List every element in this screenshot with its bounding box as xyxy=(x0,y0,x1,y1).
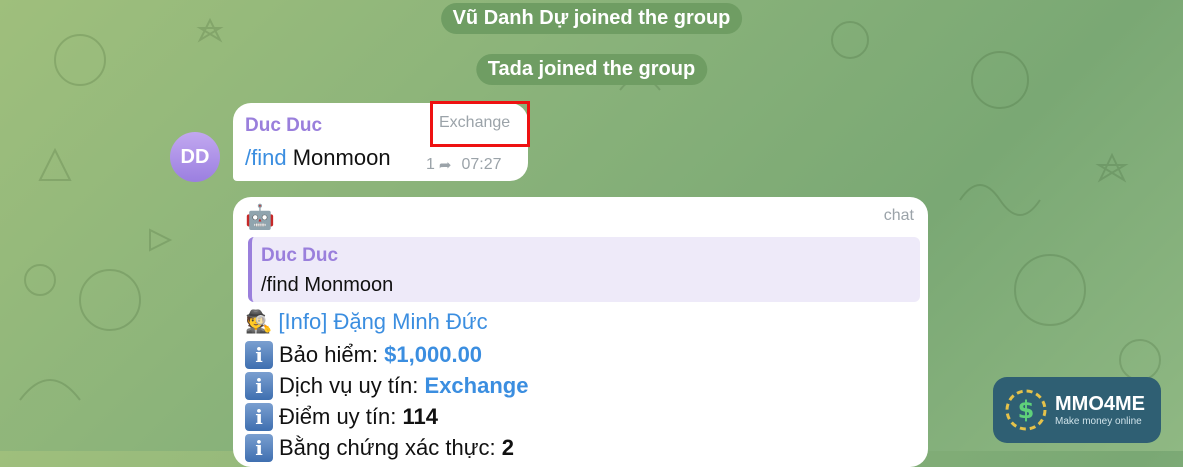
reply-quote[interactable]: Duc Duc /find Monmoon xyxy=(248,237,920,302)
logo-tagline: Make money online xyxy=(1055,416,1142,427)
service-line: i Dịch vụ uy tín: Exchange xyxy=(245,372,528,400)
command-argument: Monmoon xyxy=(292,145,391,170)
highlight-box xyxy=(430,101,530,147)
score-line: i Điểm uy tín: 114 xyxy=(245,403,438,431)
info-line: 🕵️ [Info] Đặng Minh Đức xyxy=(245,309,488,335)
info-icon: i xyxy=(245,372,273,400)
line-label: Dịch vụ uy tín: xyxy=(279,373,425,398)
message-time: 07:27 xyxy=(461,156,502,173)
info-icon: i xyxy=(245,434,273,462)
logo-name: MMO4ME xyxy=(1055,393,1145,415)
line-label: Bằng chứng xác thực: xyxy=(279,435,502,460)
info-icon: i xyxy=(245,403,273,431)
info-link[interactable]: [Info] Đặng Minh Đức xyxy=(278,309,487,335)
service-message-joined-2: Tada joined the group xyxy=(475,54,708,85)
dollar-coin-icon: $ xyxy=(1005,389,1047,431)
line-label: Điểm uy tín: xyxy=(279,404,403,429)
message-meta: 1 ➦ 07:27 xyxy=(426,156,502,174)
insurance-value[interactable]: $1,000.00 xyxy=(384,342,482,367)
reply-arrow-icon[interactable]: ➦ xyxy=(439,156,452,174)
message-text: /find Monmoon xyxy=(245,145,391,171)
quote-text: /find Monmoon xyxy=(261,274,394,296)
info-label[interactable]: [Info] xyxy=(278,309,327,334)
service-message-joined-1: Vũ Danh Dự joined the group xyxy=(440,3,743,34)
proof-value: 2 xyxy=(501,435,514,460)
command-link[interactable]: /find xyxy=(245,145,287,170)
info-icon: i xyxy=(245,341,273,369)
svg-text:$: $ xyxy=(1018,396,1035,424)
message-tag: chat xyxy=(883,207,914,224)
quote-sender: Duc Duc xyxy=(261,245,339,266)
avatar[interactable]: DD xyxy=(170,132,220,182)
watermark-logo: $ MMO4ME Make money online xyxy=(993,377,1161,443)
insurance-line: i Bảo hiểm: $1,000.00 xyxy=(245,341,482,369)
reply-count[interactable]: 1 xyxy=(426,156,435,174)
service-value[interactable]: Exchange xyxy=(425,373,529,398)
detective-icon: 🕵️ xyxy=(245,309,273,334)
message-sender[interactable]: Duc Duc xyxy=(245,115,322,137)
score-value: 114 xyxy=(402,404,438,429)
message-bubble-bot-reply[interactable]: 🤖 chat Duc Duc /find Monmoon 🕵️ [Info] Đ… xyxy=(233,197,928,467)
robot-icon: 🤖 xyxy=(245,204,275,231)
line-label: Bảo hiểm: xyxy=(279,342,385,367)
info-name[interactable]: Đặng Minh Đức xyxy=(333,309,487,334)
proof-line: i Bằng chứng xác thực: 2 xyxy=(245,434,514,462)
